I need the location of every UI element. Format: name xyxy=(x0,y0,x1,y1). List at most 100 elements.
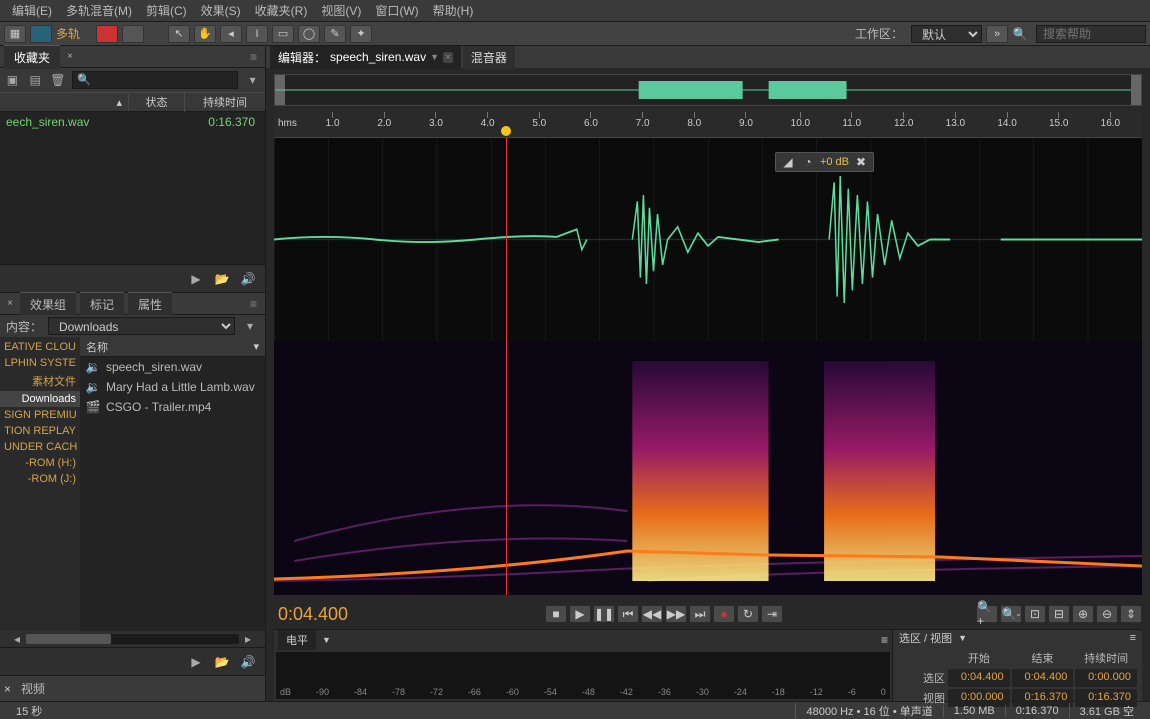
folder-item[interactable]: LPHIN SYSTE xyxy=(0,355,80,371)
skip-selection-button[interactable]: ⇥ xyxy=(761,605,783,623)
favorites-search[interactable] xyxy=(72,71,238,89)
levels-dropdown-icon[interactable]: ▼ xyxy=(322,635,331,645)
video-panel-collapse[interactable]: × xyxy=(4,682,11,696)
hud-clock-icon[interactable]: ◔ xyxy=(800,154,816,170)
playhead-line[interactable] xyxy=(506,138,507,341)
zoom-out-point-icon[interactable]: ⊖ xyxy=(1096,605,1118,623)
file-item[interactable]: 🔉Mary Had a Little Lamb.wav xyxy=(80,377,265,397)
scroll-right-icon[interactable]: ▸ xyxy=(239,631,257,647)
effects-tab[interactable]: 属性 xyxy=(128,292,172,316)
time-ruler[interactable]: hms 1.02.03.04.05.06.07.08.09.010.011.01… xyxy=(274,112,1142,138)
hud-scale-icon[interactable]: ◢ xyxy=(780,154,796,170)
zoom-in-icon[interactable]: 🔍+ xyxy=(976,605,998,623)
col-duration[interactable]: 持续时间 xyxy=(185,92,265,112)
skip-end-button[interactable]: ⏭ xyxy=(689,605,711,623)
mini-play-icon[interactable]: ▶ xyxy=(187,271,205,287)
timeline-overview[interactable] xyxy=(274,74,1142,106)
menu-item[interactable]: 收藏夹(R) xyxy=(249,0,314,21)
selection-dropdown-icon[interactable]: ▼ xyxy=(958,633,967,643)
flag-red-icon[interactable] xyxy=(96,25,118,43)
marquee-tool[interactable]: ▭ xyxy=(272,25,294,43)
menu-item[interactable]: 编辑(E) xyxy=(6,0,58,21)
mixer-tab[interactable]: 混音器 xyxy=(463,46,515,69)
effects-tab[interactable]: 标记 xyxy=(80,292,124,316)
file-col-name[interactable]: 名称 xyxy=(86,339,253,355)
playhead-marker[interactable] xyxy=(501,126,511,136)
zoom-full-icon[interactable]: ⊡ xyxy=(1024,605,1046,623)
sel-value[interactable]: 0:04.400 xyxy=(948,669,1010,687)
browser-open-icon[interactable]: 📂 xyxy=(213,654,231,670)
browser-auto-icon[interactable]: 🔊 xyxy=(239,654,257,670)
folder-item[interactable]: UNDER CACH xyxy=(0,439,80,455)
fav-folder-icon[interactable]: ▤ xyxy=(27,72,44,88)
folder-item[interactable]: -ROM (H:) xyxy=(0,455,80,471)
search-help-input[interactable] xyxy=(1036,25,1146,43)
heal-tool[interactable]: ✦ xyxy=(350,25,372,43)
mini-open-icon[interactable]: 📂 xyxy=(213,271,231,287)
panel-menu-icon[interactable]: ≡ xyxy=(246,50,261,64)
fav-add-icon[interactable]: ▣ xyxy=(4,72,21,88)
record-button[interactable]: ● xyxy=(713,605,735,623)
workspace-arrow-btn[interactable]: » xyxy=(986,25,1008,43)
menu-item[interactable]: 视图(V) xyxy=(315,0,367,21)
lasso-tool[interactable]: ◯ xyxy=(298,25,320,43)
waveform-view[interactable]: ◢ ◔ +0 dB ✖ xyxy=(274,138,1142,341)
folder-item[interactable]: Downloads xyxy=(0,391,80,407)
editor-tab-file[interactable]: 编辑器： speech_siren.wav ▼ × xyxy=(270,46,461,69)
fav-filter-icon[interactable]: ▾ xyxy=(244,72,261,88)
menu-item[interactable]: 剪辑(C) xyxy=(140,0,193,21)
fav-trash-icon[interactable]: 🗑 xyxy=(50,72,67,88)
zoom-out-icon[interactable]: 🔍- xyxy=(1000,605,1022,623)
workspace-select[interactable]: 默认 xyxy=(911,25,982,43)
levels-menu-icon[interactable]: ≡ xyxy=(881,633,888,647)
time-select-tool[interactable]: I xyxy=(246,25,268,43)
forward-button[interactable]: ▶▶ xyxy=(665,605,687,623)
playhead-line-spec[interactable] xyxy=(506,341,507,595)
folder-item[interactable]: SIGN PREMIU xyxy=(0,407,80,423)
menu-item[interactable]: 多轨混音(M) xyxy=(60,0,138,21)
move-tool[interactable]: ↖ xyxy=(168,25,190,43)
editor-tab-close-icon[interactable]: × xyxy=(443,52,453,63)
folder-item[interactable]: -ROM (J:) xyxy=(0,471,80,487)
prev-tool[interactable]: ◂ xyxy=(220,25,242,43)
flag-yellow-icon[interactable] xyxy=(122,25,144,43)
wave-view-btn[interactable]: ▦ xyxy=(4,25,26,43)
editor-tab-dropdown-icon[interactable]: ▼ xyxy=(430,52,439,62)
favorites-tab[interactable]: 收藏夹 xyxy=(4,45,60,69)
mini-auto-icon[interactable]: 🔊 xyxy=(239,271,257,287)
folder-item[interactable]: TION REPLAY xyxy=(0,423,80,439)
favorites-close-icon[interactable]: × xyxy=(64,51,76,63)
overview-handle-right[interactable] xyxy=(1131,75,1141,105)
menu-item[interactable]: 窗口(W) xyxy=(369,0,424,21)
selection-menu-icon[interactable]: ≡ xyxy=(1130,632,1136,644)
stop-button[interactable]: ■ xyxy=(545,605,567,623)
levels-tab[interactable]: 电平 xyxy=(278,630,316,650)
scroll-left-icon[interactable]: ◂ xyxy=(8,631,26,647)
pause-button[interactable]: ❚❚ xyxy=(593,605,615,623)
sel-value[interactable]: 0:00.000 xyxy=(1075,669,1137,687)
browser-collapse-icon[interactable]: × xyxy=(4,298,16,310)
hand-tool[interactable]: ✋ xyxy=(194,25,216,43)
zoom-sel-icon[interactable]: ⊟ xyxy=(1048,605,1070,623)
browser-up-icon[interactable]: ▾ xyxy=(241,318,259,334)
brush-tool[interactable]: ✎ xyxy=(324,25,346,43)
menu-item[interactable]: 效果(S) xyxy=(195,0,247,21)
browser-menu-icon[interactable]: ≡ xyxy=(246,297,261,311)
effects-tab[interactable]: 效果组 xyxy=(20,292,76,316)
file-col-menu-icon[interactable]: ▾ xyxy=(253,340,259,353)
video-tab[interactable]: 视频 xyxy=(11,677,55,700)
folder-item[interactable]: 素材文件 xyxy=(0,371,80,391)
multitrack-view-btn[interactable] xyxy=(30,25,52,43)
favorites-item[interactable]: eech_siren.wav 0:16.370 xyxy=(0,112,265,132)
folder-item[interactable]: EATIVE CLOU xyxy=(0,339,80,355)
col-state[interactable]: 状态 xyxy=(129,92,185,112)
skip-start-button[interactable]: ⏮ xyxy=(617,605,639,623)
zoom-v-icon[interactable]: ⇕ xyxy=(1120,605,1142,623)
menu-item[interactable]: 帮助(H) xyxy=(427,0,480,21)
hud-pin-icon[interactable]: ✖ xyxy=(853,154,869,170)
rewind-button[interactable]: ◀◀ xyxy=(641,605,663,623)
sel-value[interactable]: 0:04.400 xyxy=(1012,669,1074,687)
browser-play-icon[interactable]: ▶ xyxy=(187,654,205,670)
spectrogram-view[interactable] xyxy=(274,341,1142,595)
file-item[interactable]: 🔉speech_siren.wav xyxy=(80,357,265,377)
